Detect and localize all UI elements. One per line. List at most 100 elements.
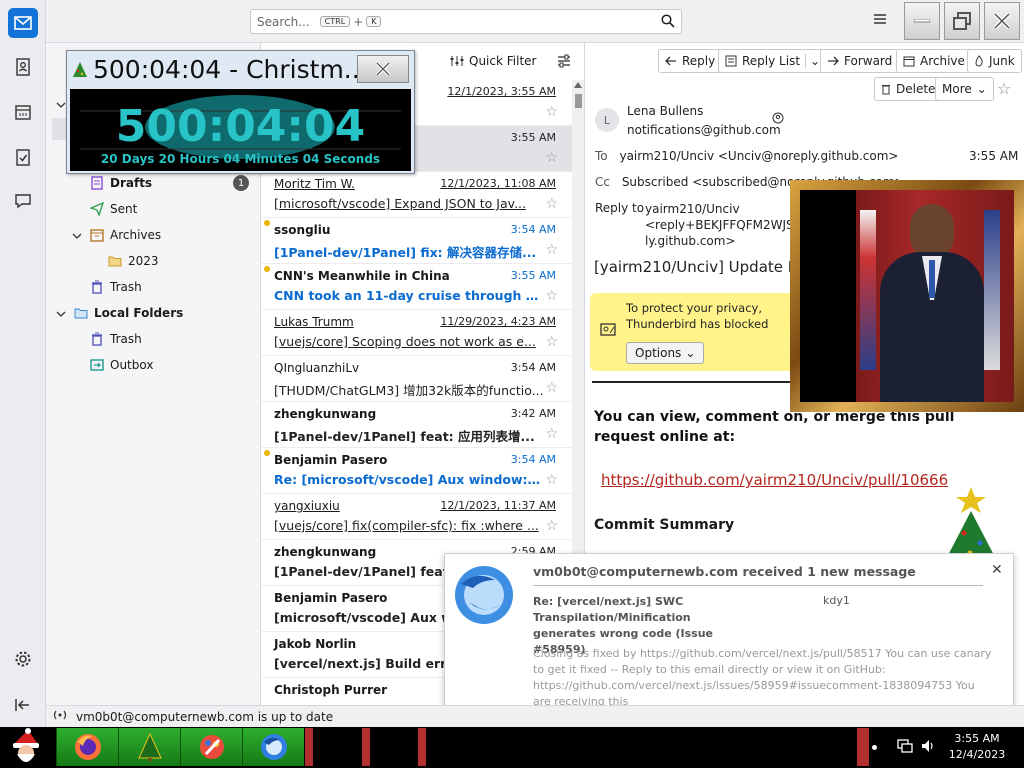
message-sender: Jakob Norlin	[274, 637, 357, 651]
sender-email[interactable]: notifications@github.com	[627, 123, 781, 137]
chat-icon[interactable]	[8, 186, 38, 216]
filter-icon	[450, 56, 464, 66]
app-menu-icon[interactable]	[872, 12, 888, 29]
taskbar-clock[interactable]: 3:55 AM 12/4/2023	[948, 731, 1006, 763]
star-icon[interactable]: ☆	[545, 150, 558, 166]
settings-gear-icon[interactable]	[8, 644, 38, 674]
message-row[interactable]: QIngluanzhiLv 3:54 AM [THUDM/ChatGLM3] 增…	[262, 356, 572, 402]
message-subject: [microsoft/vscode] Expand JSON to Jav...	[274, 196, 526, 211]
pull-request-link[interactable]: https://github.com/yairm210/Unciv/pull/1…	[601, 471, 948, 489]
calendar-icon[interactable]	[8, 97, 38, 127]
star-icon[interactable]: ☆	[545, 518, 558, 534]
folder-outbox[interactable]: Outbox	[90, 355, 153, 375]
star-icon[interactable]: ☆	[545, 334, 558, 350]
online-status-icon[interactable]	[52, 709, 68, 724]
reply-list-button[interactable]: Reply List ⌄	[718, 49, 828, 73]
star-icon[interactable]: ☆	[545, 426, 558, 442]
delete-trash-icon	[882, 85, 890, 95]
message-row[interactable]: Moritz Tim W. 12/1/2023, 11:08 AM [micro…	[262, 172, 572, 218]
minimize-button[interactable]	[904, 2, 940, 40]
message-row[interactable]: zhengkunwang 3:42 AM [1Panel-dev/1Panel]…	[262, 402, 572, 448]
folder-drafts[interactable]: Drafts	[90, 173, 152, 193]
collapse-spaces-icon[interactable]	[8, 690, 38, 720]
taskbar-paint-app[interactable]	[180, 728, 242, 766]
restore-button[interactable]	[944, 2, 980, 40]
list-display-options-icon[interactable]	[557, 54, 571, 71]
message-date: 3:42 AM	[510, 407, 556, 420]
archive-button[interactable]: Archive	[896, 49, 972, 73]
taskbar-countdown-app[interactable]	[118, 728, 180, 766]
close-icon	[375, 61, 391, 77]
network-tray-icon[interactable]	[897, 738, 913, 757]
star-icon[interactable]: ☆	[545, 242, 558, 258]
sender-name[interactable]: Lena Bullens	[627, 104, 703, 118]
new-mail-notification[interactable]: vm0b0t@computernewb.com received 1 new m…	[444, 553, 1014, 716]
start-button[interactable]	[2, 728, 50, 766]
message-subject: [vuejs/core] fix(compiler-sfc): fix :whe…	[274, 518, 539, 533]
sent-icon	[90, 202, 104, 216]
address-book-icon[interactable]	[8, 52, 38, 82]
message-row[interactable]: CNN's Meanwhile in China 3:55 AM CNN too…	[262, 264, 572, 310]
reply-list-dropdown-icon[interactable]: ⌄	[805, 54, 820, 68]
star-icon[interactable]: ☆	[545, 104, 558, 120]
mail-space-icon[interactable]	[8, 8, 38, 38]
message-row[interactable]: ssongliu 3:54 AM [1Panel-dev/1Panel] fix…	[262, 218, 572, 264]
countdown-title: 500:04:04 - Christm...	[93, 55, 368, 84]
taskbar-thunderbird[interactable]	[242, 728, 304, 766]
reply-to-address[interactable]: yairm210/Unciv <reply+BEKJFFQFM2WJSTW ly…	[645, 201, 813, 249]
scroll-up-arrow-icon[interactable]	[574, 82, 582, 88]
unified-toolbar: Search... CTRL + K	[46, 0, 1024, 43]
star-icon[interactable]: ☆	[545, 196, 558, 212]
search-icon[interactable]	[661, 14, 675, 31]
star-message-icon[interactable]: ☆	[997, 79, 1011, 98]
forward-label: Forward	[844, 54, 893, 68]
message-row[interactable]: Benjamin Pasero 3:54 AM Re: [microsoft/v…	[262, 448, 572, 494]
scrollbar-thumb[interactable]	[575, 94, 582, 108]
folder-trash[interactable]: Trash	[90, 277, 142, 297]
message-subject: [1Panel-dev/1Panel] feat: 应用列表增...	[274, 429, 535, 444]
notification-sender: kdy1	[823, 594, 850, 607]
volume-tray-icon[interactable]	[920, 738, 936, 757]
firefox-icon	[74, 734, 101, 760]
message-row[interactable]: Lukas Trumm 11/29/2023, 4:23 AM [vuejs/c…	[262, 310, 572, 356]
remote-content-notice: To protect your privacy, Thunderbird has…	[590, 293, 810, 371]
to-address[interactable]: yairm210/Unciv <Unciv@noreply.github.com…	[619, 149, 898, 163]
folder-local-trash[interactable]: Trash	[90, 329, 142, 349]
delete-button[interactable]: Delete	[874, 77, 943, 101]
message-sender: Moritz Tim W.	[274, 177, 355, 191]
tree-icon	[137, 732, 162, 761]
quick-filter-button[interactable]: Quick Filter	[450, 54, 536, 68]
taskbar-firefox[interactable]	[56, 728, 118, 766]
taskbar: 3:55 AM 12/4/2023	[0, 727, 1024, 768]
contact-icon[interactable]	[772, 112, 784, 127]
santa-start-icon	[13, 728, 39, 762]
more-button[interactable]: More ⌄	[935, 77, 994, 101]
folder-local-folders[interactable]: Local Folders	[74, 303, 183, 323]
junk-label: Junk	[989, 54, 1015, 68]
message-row[interactable]: yangxiuxiu 12/1/2023, 11:37 AM [vuejs/co…	[262, 494, 572, 540]
reply-button[interactable]: Reply	[658, 49, 723, 73]
expand-chevron-icon[interactable]	[56, 98, 66, 112]
minimize-icon	[914, 19, 930, 23]
countdown-big-time: 500:04:04	[115, 101, 366, 152]
star-icon[interactable]: ☆	[545, 380, 558, 396]
countdown-close-button[interactable]	[357, 55, 409, 83]
christmas-countdown-window[interactable]: 500:04:04 - Christm... 500:04:04 20 Days…	[66, 50, 415, 174]
folder-archives[interactable]: Archives	[90, 225, 161, 245]
tasks-icon[interactable]	[8, 142, 38, 172]
junk-button[interactable]: Junk	[967, 49, 1022, 73]
star-icon[interactable]: ☆	[545, 288, 558, 304]
global-search-input[interactable]: Search... CTRL + K	[250, 9, 682, 34]
forward-button[interactable]: Forward	[820, 49, 900, 73]
archives-chevron-icon[interactable]	[72, 229, 82, 243]
message-sender: Christoph Purrer	[274, 683, 388, 697]
folder-sent[interactable]: Sent	[90, 199, 137, 219]
message-sender: ssongliu	[274, 223, 331, 237]
local-folders-chevron-icon[interactable]	[56, 307, 66, 321]
close-window-button[interactable]	[984, 2, 1020, 40]
star-icon[interactable]: ☆	[545, 472, 558, 488]
folder-2023[interactable]: 2023	[108, 251, 159, 271]
message-sender: CNN's Meanwhile in China	[274, 269, 450, 283]
options-button[interactable]: Options ⌄	[626, 342, 705, 364]
notification-close-icon[interactable]: ✕	[991, 562, 1003, 578]
